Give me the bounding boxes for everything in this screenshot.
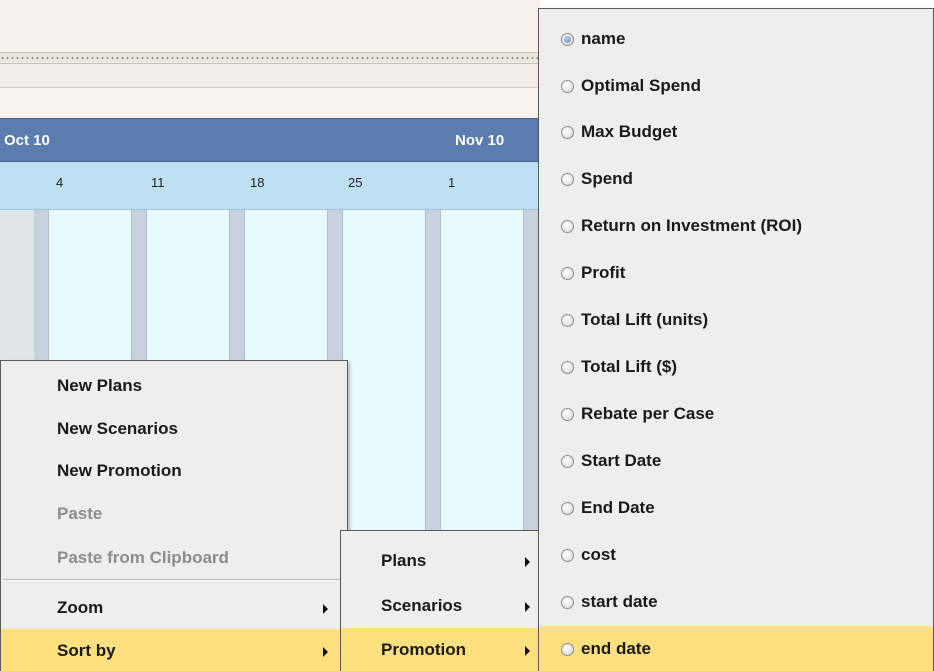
sort-option-optimal-spend[interactable]: Optimal Spend — [539, 63, 933, 109]
radio-icon — [561, 126, 574, 139]
week-label: 18 — [250, 175, 265, 190]
menu-item-label: Paste from Clipboard — [57, 548, 229, 567]
radio-icon — [561, 502, 574, 515]
menu-item-promotion[interactable]: Promotion — [341, 628, 540, 671]
radio-icon — [561, 80, 574, 93]
menu-item-label: Plans — [381, 551, 427, 570]
submenu-arrow-icon — [525, 602, 530, 612]
menu-item-label: New Plans — [57, 376, 143, 395]
header-gap — [0, 88, 540, 118]
menu-item-paste-from-clipboard[interactable]: Paste from Clipboard — [1, 536, 347, 580]
menu-item-zoom[interactable]: Zoom — [1, 586, 347, 630]
sort-option-name[interactable]: name — [539, 16, 933, 62]
sort-option-label: Profit — [581, 263, 626, 282]
menu-item-sort-by[interactable]: Sort by — [1, 629, 347, 671]
month-header: Oct 10 Nov 10 — [0, 118, 540, 162]
submenu-arrow-icon — [525, 557, 530, 567]
radio-icon — [561, 267, 574, 280]
sort-option-label: Spend — [581, 169, 633, 188]
sort-option-cost[interactable]: cost — [539, 532, 933, 578]
week-label: 25 — [348, 175, 363, 190]
menu-separator — [3, 579, 345, 581]
menu-item-scenarios[interactable]: Scenarios — [341, 584, 540, 628]
sort-option-total-lift-units[interactable]: Total Lift (units) — [539, 297, 933, 343]
menu-item-new-scenarios[interactable]: New Scenarios — [1, 407, 347, 451]
week-header: 4 11 18 25 1 — [0, 162, 540, 210]
radio-icon — [561, 408, 574, 421]
sort-option-label: Total Lift (units) — [581, 310, 709, 329]
sort-option-label: name — [581, 29, 626, 48]
radio-icon — [561, 314, 574, 327]
radio-icon — [561, 173, 574, 186]
menu-item-paste[interactable]: Paste — [1, 492, 347, 536]
week-label: 11 — [151, 175, 165, 190]
week-label: 4 — [56, 175, 64, 190]
splitter-handle[interactable] — [0, 52, 540, 64]
radio-icon — [561, 596, 574, 609]
context-menu: New Plans New Scenarios New Promotion Pa… — [0, 360, 348, 671]
sort-option-label: Start Date — [581, 451, 662, 470]
toolbar-strip — [0, 64, 540, 88]
sort-by-submenu: Plans Scenarios Promotion — [340, 530, 541, 671]
sort-option-end-date-caps[interactable]: End Date — [539, 485, 933, 531]
sort-option-label: Total Lift ($) — [581, 357, 677, 376]
sort-option-max-budget[interactable]: Max Budget — [539, 109, 933, 155]
radio-icon — [561, 361, 574, 374]
menu-item-label: New Promotion — [57, 461, 182, 480]
radio-icon — [561, 220, 574, 233]
month-label-nov: Nov 10 — [455, 132, 505, 149]
sort-option-roi[interactable]: Return on Investment (ROI) — [539, 203, 933, 249]
sort-option-total-lift-dollars[interactable]: Total Lift ($) — [539, 344, 933, 390]
menu-item-label: Scenarios — [381, 596, 463, 615]
menu-item-label: Paste — [57, 504, 103, 523]
menu-item-label: Zoom — [57, 598, 104, 617]
week-label: 1 — [448, 175, 456, 190]
sort-field-submenu: name Optimal Spend Max Budget Spend Retu… — [538, 8, 934, 671]
sort-option-label: Optimal Spend — [581, 76, 701, 95]
month-label-oct: Oct 10 — [4, 132, 50, 149]
toolbar-area — [0, 0, 540, 52]
menu-item-plans[interactable]: Plans — [341, 539, 540, 583]
sort-option-rebate-per-case[interactable]: Rebate per Case — [539, 391, 933, 437]
submenu-arrow-icon — [525, 646, 530, 656]
sort-option-start-date[interactable]: start date — [539, 579, 933, 625]
sort-option-label: start date — [581, 592, 658, 611]
menu-item-new-promotion[interactable]: New Promotion — [1, 449, 347, 493]
sort-option-start-date-caps[interactable]: Start Date — [539, 438, 933, 484]
menu-item-label: Sort by — [57, 641, 116, 660]
radio-selected-icon — [561, 33, 574, 46]
sort-option-end-date[interactable]: end date — [539, 626, 933, 671]
menu-item-new-plans[interactable]: New Plans — [1, 364, 347, 408]
sort-option-label: End Date — [581, 498, 655, 517]
radio-icon — [561, 643, 574, 656]
submenu-arrow-icon — [323, 647, 328, 657]
radio-icon — [561, 549, 574, 562]
submenu-arrow-icon — [323, 604, 328, 614]
sort-option-spend[interactable]: Spend — [539, 156, 933, 202]
sort-option-profit[interactable]: Profit — [539, 250, 933, 296]
sort-option-label: Rebate per Case — [581, 404, 715, 423]
sort-option-label: Max Budget — [581, 122, 678, 141]
sort-option-label: cost — [581, 545, 616, 564]
sort-option-label: Return on Investment (ROI) — [581, 216, 803, 235]
menu-item-label: Promotion — [381, 640, 466, 659]
menu-item-label: New Scenarios — [57, 419, 178, 438]
sort-option-label: end date — [581, 639, 651, 658]
radio-icon — [561, 455, 574, 468]
